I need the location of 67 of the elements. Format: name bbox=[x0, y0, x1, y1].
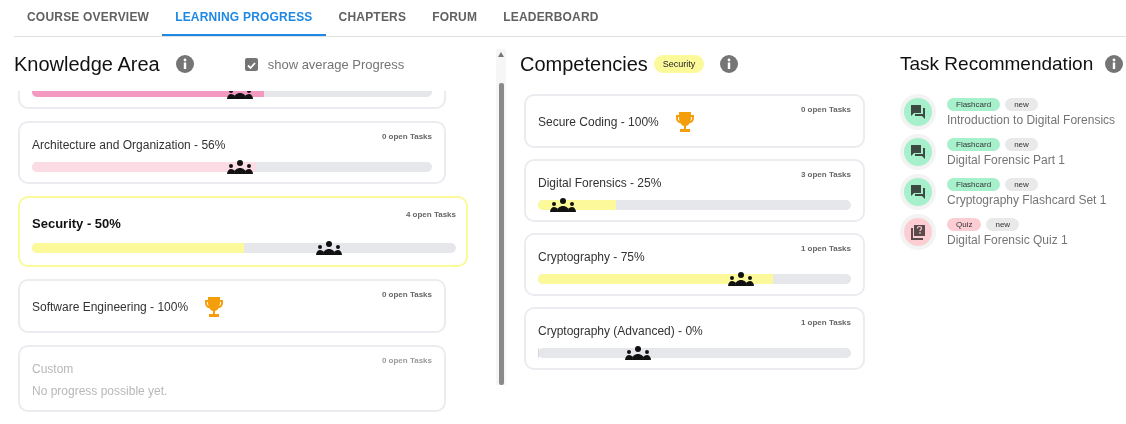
progress-card[interactable]: Secure Coding - 100% 0 open Tasks bbox=[524, 94, 865, 148]
card-title: Software Engineering - 100% bbox=[32, 300, 189, 314]
status-tag: new bbox=[1005, 97, 1038, 111]
filter-chip[interactable]: Security bbox=[653, 55, 705, 73]
tab[interactable]: CHAPTERS bbox=[325, 0, 420, 36]
section-title: Task Recommendation bbox=[900, 53, 1094, 75]
checkbox-label: show average Progress bbox=[267, 56, 405, 72]
flashcard-icon bbox=[900, 94, 936, 130]
tab[interactable]: COURSE OVERVIEW bbox=[14, 0, 163, 36]
task-item[interactable]: Flashcard new Introduction to Digital Forensics bbox=[900, 94, 1126, 130]
open-tasks-count: 0 open Tasks bbox=[381, 290, 432, 299]
progress-card[interactable]: Cryptography - 75% 1 open Tasks bbox=[524, 233, 865, 296]
progress-card[interactable]: Architecture and Organization - 56% 0 open Tasks bbox=[18, 121, 446, 184]
empty-message: No progress possible yet. bbox=[32, 384, 169, 398]
type-tag: Flashcard bbox=[947, 177, 1001, 191]
info-icon[interactable] bbox=[1105, 55, 1124, 73]
tab[interactable]: FORUM bbox=[419, 0, 491, 36]
open-tasks-count: 0 open Tasks bbox=[800, 105, 851, 114]
type-tag: Flashcard bbox=[947, 97, 1001, 111]
task-title[interactable]: Introduction to Digital Forensics bbox=[947, 112, 1116, 127]
open-tasks-count: 4 open Tasks bbox=[405, 210, 456, 219]
status-tag: new bbox=[1005, 137, 1038, 151]
card-title: Secure Coding - 100% bbox=[538, 115, 659, 129]
type-tag: Quiz bbox=[947, 217, 982, 231]
card-title: Digital Forensics - 25% bbox=[538, 176, 662, 190]
progress-card[interactable]: Software Engineering - 100% 0 open Tasks bbox=[18, 279, 446, 333]
task-title[interactable]: Digital Forensic Part 1 bbox=[947, 152, 1066, 167]
info-icon[interactable] bbox=[720, 55, 739, 73]
open-tasks-count: 3 open Tasks bbox=[800, 170, 851, 179]
status-tag: new bbox=[986, 217, 1020, 231]
progress-card[interactable]: Security - 50% 4 open Tasks bbox=[18, 196, 468, 267]
card-title: Architecture and Organization - 56% bbox=[32, 138, 226, 152]
group-icon bbox=[315, 241, 342, 255]
scrollbar[interactable] bbox=[496, 49, 506, 385]
type-tag: Flashcard bbox=[947, 137, 1001, 151]
card-title: Security - 50% bbox=[32, 216, 121, 231]
tab[interactable]: LEADERBOARD bbox=[490, 0, 612, 36]
card-title: Custom bbox=[32, 362, 74, 376]
task-title[interactable]: Digital Forensic Quiz 1 bbox=[947, 232, 1068, 247]
open-tasks-count: 1 open Tasks bbox=[800, 244, 851, 253]
open-tasks-count: 0 open Tasks bbox=[381, 132, 432, 141]
section-title: Knowledge Area bbox=[14, 52, 160, 76]
flashcard-icon bbox=[900, 134, 936, 170]
open-tasks-count: 1 open Tasks bbox=[800, 318, 851, 327]
status-tag: new bbox=[1005, 177, 1038, 191]
trophy-icon bbox=[204, 296, 225, 318]
section-title: Competencies bbox=[520, 52, 648, 76]
task-item[interactable]: Quiz new Digital Forensic Quiz 1 bbox=[900, 214, 1126, 250]
group-icon bbox=[625, 346, 652, 360]
group-icon bbox=[227, 160, 253, 174]
tab[interactable]: LEARNING PROGRESS bbox=[162, 0, 326, 36]
info-icon[interactable] bbox=[175, 55, 194, 73]
progress-card[interactable]: Cryptography (Advanced) - 0% 1 open Tasks bbox=[524, 307, 865, 370]
group-icon bbox=[550, 198, 577, 212]
scroll-up-icon[interactable] bbox=[498, 52, 504, 57]
checkbox[interactable] bbox=[244, 57, 258, 71]
flashcard-icon bbox=[900, 174, 936, 210]
card-title: Cryptography - 75% bbox=[538, 250, 645, 264]
quiz-icon bbox=[900, 214, 936, 250]
group-icon bbox=[728, 272, 755, 286]
trophy-icon bbox=[674, 111, 695, 133]
task-item[interactable]: Flashcard new Digital Forensic Part 1 bbox=[900, 134, 1126, 170]
progress-card[interactable]: Digital Forensics - 25% 3 open Tasks bbox=[524, 159, 865, 222]
card-title: Cryptography (Advanced) - 0% bbox=[538, 324, 703, 338]
open-tasks-count: 0 open Tasks bbox=[381, 356, 432, 365]
task-item[interactable]: Flashcard new Cryptography Flashcard Set 1 bbox=[900, 174, 1126, 210]
task-title[interactable]: Cryptography Flashcard Set 1 bbox=[947, 192, 1107, 207]
